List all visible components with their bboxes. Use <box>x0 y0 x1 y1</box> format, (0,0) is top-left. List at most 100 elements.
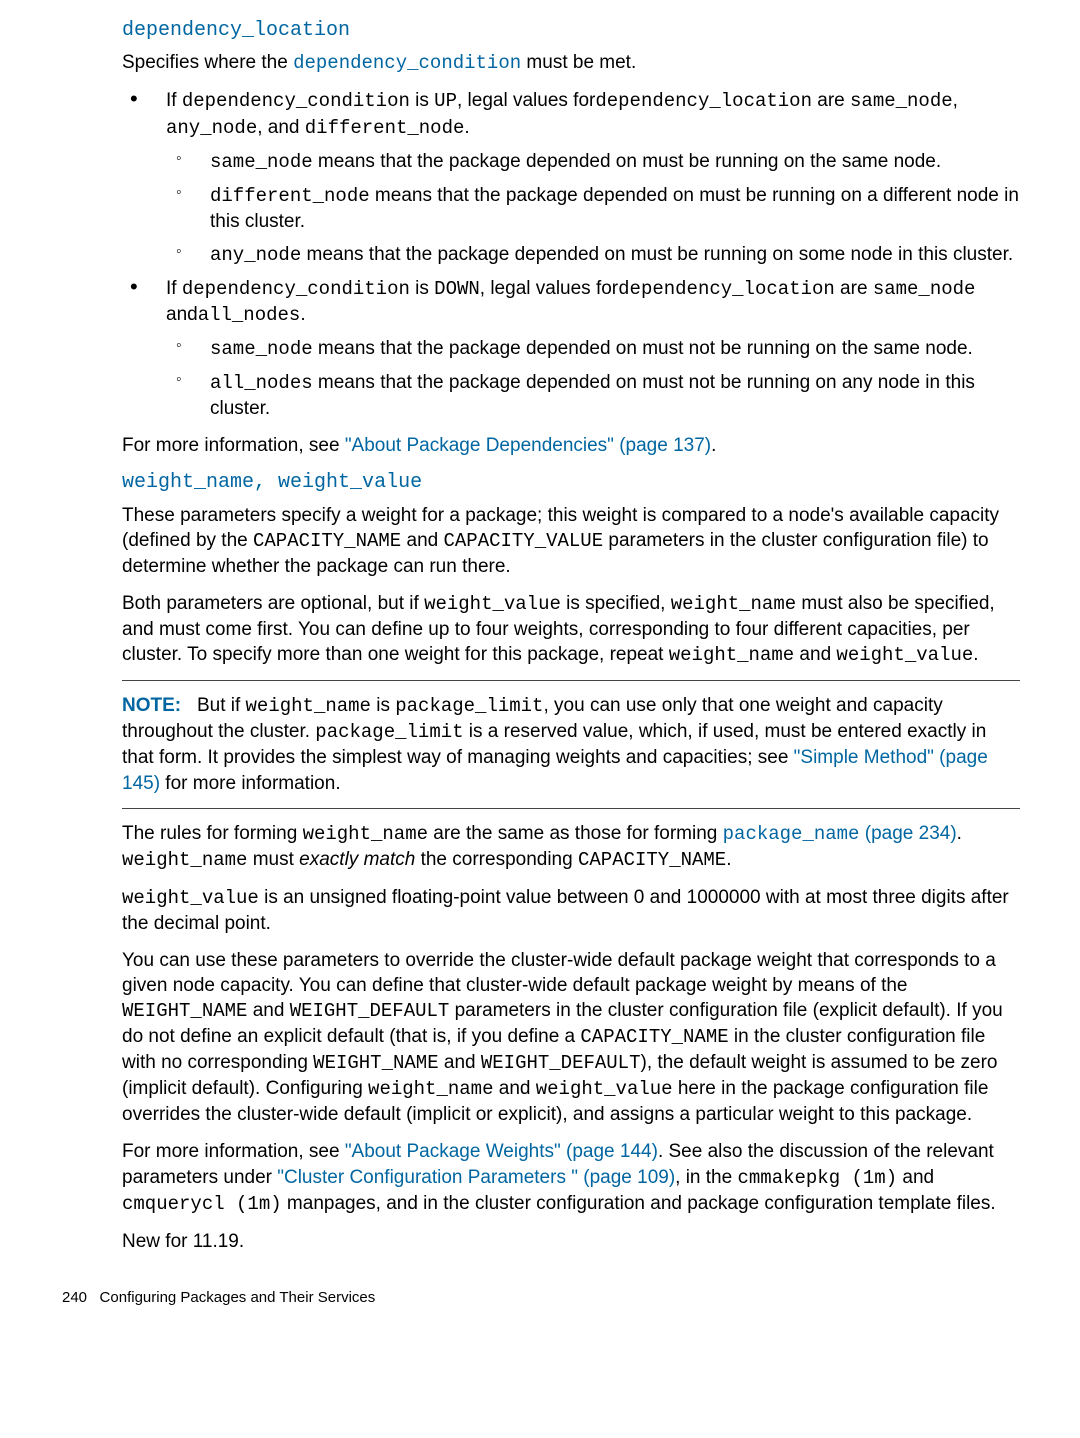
text: means that the package depended on must … <box>301 244 1013 265</box>
code: weight_value <box>836 644 973 666</box>
code: same_node <box>210 338 313 360</box>
link-weight-name[interactable]: weight_name <box>122 471 254 494</box>
text: , and <box>257 117 305 138</box>
text: is <box>410 278 434 299</box>
code: weight_name <box>303 823 428 845</box>
weight-p3: The rules for forming weight_name are th… <box>122 821 1020 873</box>
code: weight_name <box>669 644 794 666</box>
text: . <box>464 117 469 138</box>
text: For more information, see <box>122 1141 345 1162</box>
code: WEIGHT_NAME <box>313 1052 438 1074</box>
text: and <box>439 1052 481 1073</box>
list-item: any_node means that the package depended… <box>166 242 1020 268</box>
text: are <box>835 278 873 299</box>
text: , in the <box>675 1167 737 1188</box>
text: is <box>410 90 434 111</box>
code: CAPACITY_VALUE <box>443 530 603 552</box>
text: and <box>401 530 443 551</box>
list-item: same_node means that the package depende… <box>166 149 1020 175</box>
text: means that the package depended on must … <box>313 151 942 172</box>
weight-p4: weight_value is an unsigned floating-poi… <box>122 885 1020 936</box>
text: is specified, <box>561 593 671 614</box>
intro-para: Specifies where the dependency_condition… <box>122 50 1020 76</box>
code: WEIGHT_DEFAULT <box>290 1000 450 1022</box>
weight-p1: These parameters specify a weight for a … <box>122 503 1020 579</box>
code: dependency_location <box>595 90 812 112</box>
text: for more information. <box>160 773 341 794</box>
heading-weight: weight_name, weight_value <box>122 470 1020 496</box>
link-package-name-page[interactable]: (page 234) <box>859 823 956 844</box>
text: Specifies where the <box>122 52 293 73</box>
code: cmquerycl (1m) <box>122 1193 282 1215</box>
link-dependency-condition[interactable]: dependency_condition <box>293 52 521 74</box>
code: dependency_condition <box>182 90 410 112</box>
code: different_node <box>210 185 370 207</box>
code: WEIGHT_DEFAULT <box>481 1052 641 1074</box>
code: WEIGHT_NAME <box>122 1000 247 1022</box>
link-cluster-config-params[interactable]: "Cluster Configuration Parameters " (pag… <box>277 1167 675 1188</box>
sub-bullet-list: same_node means that the package depende… <box>166 149 1020 268</box>
link-about-weights[interactable]: "About Package Weights" (page 144) <box>345 1141 658 1162</box>
heading-dependency-location: dependency_location <box>122 18 1020 44</box>
text: and <box>247 1000 289 1021</box>
text: the corresponding <box>415 849 578 870</box>
code: CAPACITY_NAME <box>253 530 401 552</box>
text: . <box>711 435 716 456</box>
text: manpages, and in the cluster configurati… <box>282 1193 996 1214</box>
code: weight_value <box>536 1078 673 1100</box>
text: are <box>812 90 850 111</box>
text: For more information, see <box>122 435 345 456</box>
link-weight-value[interactable]: weight_value <box>278 471 422 494</box>
code: weight_name <box>122 849 247 871</box>
text: means that the package depended on must … <box>210 372 975 419</box>
text: must be met. <box>521 52 636 73</box>
text: If <box>166 278 182 299</box>
link-about-dependencies[interactable]: "About Package Dependencies" (page 137) <box>345 435 711 456</box>
list-item: different_node means that the package de… <box>166 183 1020 234</box>
list-item: same_node means that the package depende… <box>166 336 1020 362</box>
text: The rules for forming <box>122 823 303 844</box>
emphasis: exactly match <box>299 849 415 870</box>
page-number: 240 <box>62 1289 87 1306</box>
code: same_node <box>873 278 976 300</box>
code: CAPACITY_NAME <box>578 849 726 871</box>
code: DOWN <box>434 278 480 300</box>
code: CAPACITY_NAME <box>580 1026 728 1048</box>
code: dependency_condition <box>182 278 410 300</box>
weight-p5: You can use these parameters to override… <box>122 948 1020 1128</box>
text: . <box>300 304 305 325</box>
page-footer: 240 Configuring Packages and Their Servi… <box>62 1288 1020 1308</box>
code: same_node <box>850 90 953 112</box>
weight-p7: New for 11.19. <box>122 1229 1020 1254</box>
top-bullet-list: If dependency_condition is UP, legal val… <box>122 88 1020 421</box>
text: must <box>247 849 299 870</box>
code: weight_value <box>122 887 259 909</box>
text: But if <box>197 695 246 716</box>
code: weight_name <box>246 695 371 717</box>
list-item: If dependency_condition is UP, legal val… <box>122 88 1020 267</box>
weight-p2: Both parameters are optional, but if wei… <box>122 591 1020 668</box>
code: different_node <box>305 117 465 139</box>
code: dependency_location <box>618 278 835 300</box>
code: all_nodes <box>210 372 313 394</box>
text: , legal values for <box>457 90 595 111</box>
note-label: NOTE: <box>122 695 181 716</box>
divider <box>122 680 1020 681</box>
text: You can use these parameters to override… <box>122 950 996 996</box>
list-item: all_nodes means that the package depende… <box>166 370 1020 421</box>
code: all_nodes <box>198 304 301 326</box>
list-item: If dependency_condition is DOWN, legal v… <box>122 276 1020 421</box>
text: is <box>371 695 395 716</box>
text: and <box>897 1167 934 1188</box>
code: same_node <box>210 151 313 173</box>
weight-p6: For more information, see "About Package… <box>122 1139 1020 1216</box>
note-block: NOTE: But if weight_name is package_limi… <box>122 693 1020 795</box>
text: are the same as those for forming <box>428 823 723 844</box>
link-package-name[interactable]: package_name <box>723 823 860 845</box>
code: weight_name <box>671 593 796 615</box>
text: and <box>794 644 836 665</box>
text: Both parameters are optional, but if <box>122 593 424 614</box>
text: means that the package depended on must … <box>313 338 973 359</box>
code: any_node <box>210 244 301 266</box>
text: , legal values for <box>480 278 618 299</box>
